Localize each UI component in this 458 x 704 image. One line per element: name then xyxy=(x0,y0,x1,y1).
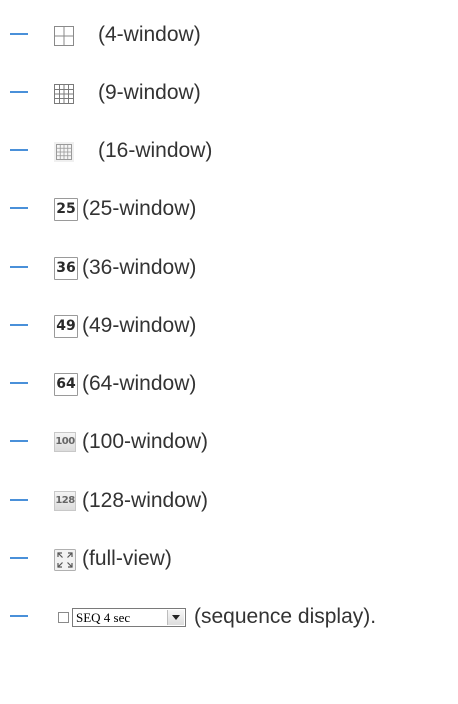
item-label: (sequence display). xyxy=(194,605,377,628)
list-item-128-window: 128 (128-window) xyxy=(0,482,458,522)
sequence-interval-value: SEQ 4 sec xyxy=(76,610,131,625)
layout-64-icon[interactable]: 64 xyxy=(54,373,78,396)
bullet-dash xyxy=(10,207,28,209)
bullet-dash xyxy=(10,557,28,559)
bullet-dash xyxy=(10,91,28,93)
layout-128-icon[interactable]: 128 xyxy=(54,491,76,511)
fullscreen-icon[interactable] xyxy=(54,549,76,571)
list-item-49-window: 49 (49-window) xyxy=(0,307,458,347)
layout-49-icon[interactable]: 49 xyxy=(54,315,78,338)
sequence-interval-select[interactable]: SEQ 4 sec xyxy=(72,608,186,627)
list-item-25-window: 25 (25-window) xyxy=(0,190,458,230)
layout-25-icon[interactable]: 25 xyxy=(54,198,78,221)
layout-100-icon[interactable]: 100 xyxy=(54,432,76,452)
bullet-dash xyxy=(10,266,28,268)
list-item-16-window: (16-window) xyxy=(0,132,458,172)
item-label: (full-view) xyxy=(82,547,172,570)
item-label: (4-window) xyxy=(98,23,201,46)
list-item-full-view: (full-view) xyxy=(0,540,458,580)
item-label: (49-window) xyxy=(82,314,197,337)
bullet-dash xyxy=(10,615,28,617)
item-label: (36-window) xyxy=(82,256,197,279)
list-item-64-window: 64 (64-window) xyxy=(0,365,458,405)
grid-3x3-icon[interactable] xyxy=(54,84,74,104)
bullet-dash xyxy=(10,33,28,35)
bullet-dash xyxy=(10,324,28,326)
grid-2x2-icon[interactable] xyxy=(54,26,74,46)
bullet-dash xyxy=(10,440,28,442)
item-label: (16-window) xyxy=(98,139,213,162)
list-item-9-window: (9-window) xyxy=(0,74,458,114)
list-item-36-window: 36 (36-window) xyxy=(0,249,458,289)
item-label: (9-window) xyxy=(98,81,201,104)
sequence-checkbox[interactable] xyxy=(58,612,69,623)
item-label: (64-window) xyxy=(82,372,197,395)
list-item-100-window: 100 (100-window) xyxy=(0,423,458,463)
chevron-down-icon[interactable] xyxy=(167,610,184,625)
window-layout-list: (4-window) (9-window) (16-window) 25 (25… xyxy=(0,0,458,704)
item-label: (128-window) xyxy=(82,489,209,512)
list-item-sequence-display: SEQ 4 sec (sequence display). xyxy=(0,598,458,638)
grid-4x4-icon[interactable] xyxy=(54,142,74,162)
list-item-4-window: (4-window) xyxy=(0,16,458,56)
item-label: (100-window) xyxy=(82,430,209,453)
item-label: (25-window) xyxy=(82,197,197,220)
bullet-dash xyxy=(10,149,28,151)
layout-36-icon[interactable]: 36 xyxy=(54,257,78,280)
bullet-dash xyxy=(10,382,28,384)
bullet-dash xyxy=(10,499,28,501)
